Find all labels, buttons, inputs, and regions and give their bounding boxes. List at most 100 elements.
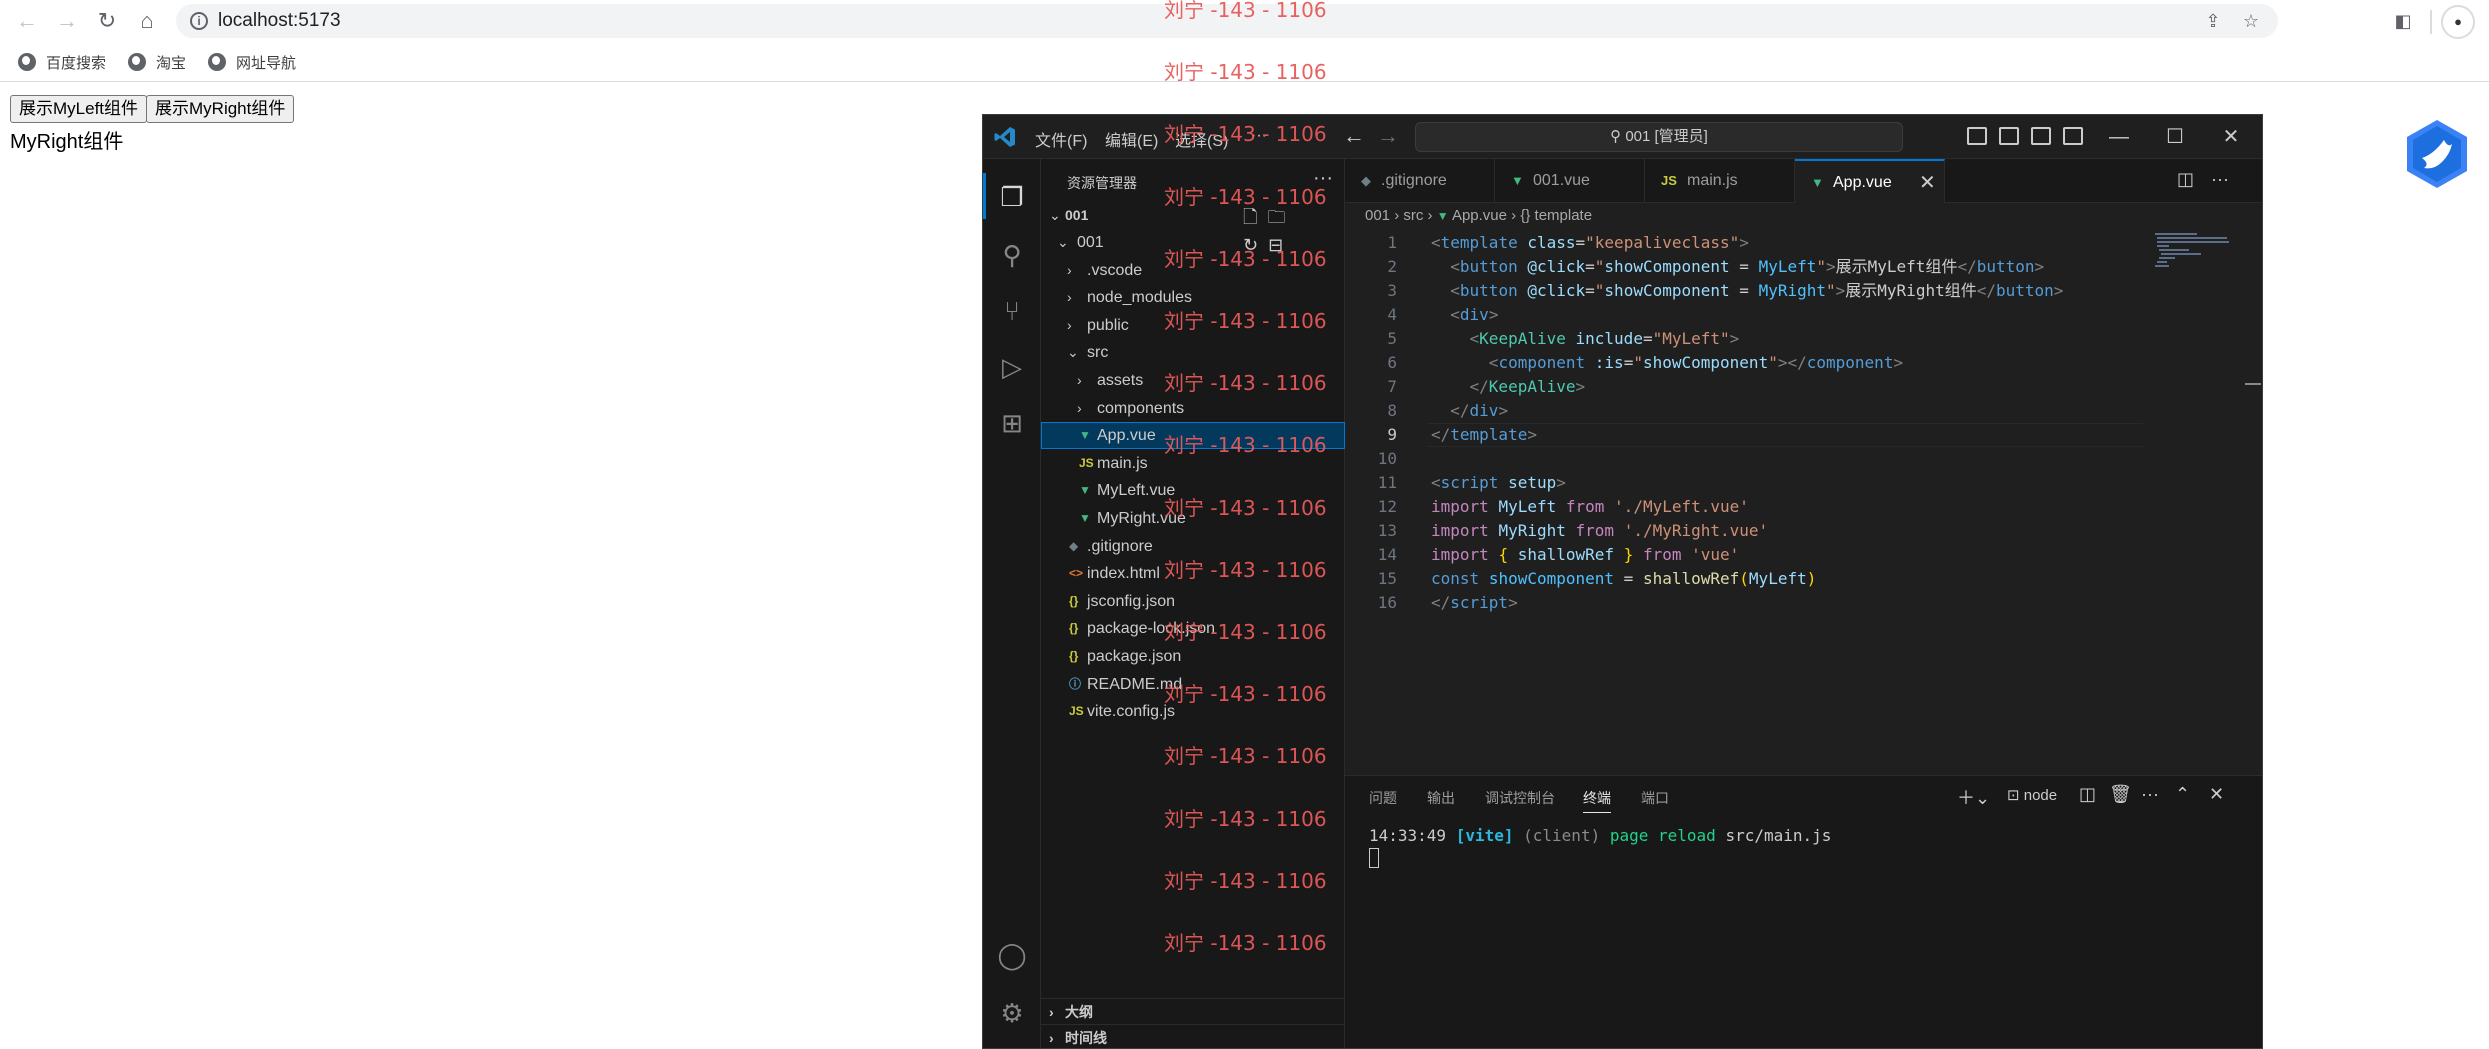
address-url[interactable]: localhost:5173 <box>218 10 341 32</box>
panel-tab-terminal[interactable]: 终端 <box>1583 788 1611 813</box>
reload-icon[interactable]: ↻ <box>92 6 122 36</box>
bird-extension-icon[interactable] <box>2404 118 2470 190</box>
tree-item-label: .gitignore <box>1087 537 1153 555</box>
bookmark-item[interactable]: 网址导航 <box>208 50 296 74</box>
line-number: 9 <box>1387 425 1397 444</box>
show-myleft-button[interactable]: 展示MyLeft组件 <box>10 95 148 123</box>
code-text: <div> <box>1450 305 1499 324</box>
panel-tab-problems[interactable]: 问题 <box>1369 788 1397 808</box>
close-tab-icon[interactable]: ✕ <box>1919 161 1936 205</box>
split-editor-icon[interactable]: ◫ <box>2177 169 2194 190</box>
chevron-right-icon: › <box>1077 372 1082 388</box>
tab-001-vue[interactable]: ▼ 001.vue <box>1495 159 1645 203</box>
breadcrumb-item[interactable]: 001 <box>1365 207 1390 224</box>
new-folder-icon[interactable]: 🗀 <box>1267 207 1295 227</box>
terminal-output[interactable]: 14:33:49 [vite] (client) page reload src… <box>1369 826 1831 845</box>
timeline-section[interactable]: › 时间线 <box>1041 1024 1345 1048</box>
info-file-icon: ⓘ <box>1069 676 1082 691</box>
search-icon: ⚲ <box>1610 128 1626 145</box>
tree-item[interactable]: {} jsconfig.json <box>1041 588 1345 615</box>
panel-tab-ports[interactable]: 端口 <box>1641 788 1669 808</box>
code-line[interactable]: 11 <script setup> <box>1345 471 2145 495</box>
code-line[interactable]: 10 <box>1345 447 2145 471</box>
breadcrumb-item[interactable]: {} template <box>1520 207 1592 224</box>
code-line[interactable]: 6 <component :is="showComponent"></compo… <box>1345 351 2145 375</box>
tree-item[interactable]: ⌄ src <box>1041 339 1345 366</box>
new-file-icon[interactable]: 🗋 <box>1243 207 1267 227</box>
breadcrumb[interactable]: 001 › src › ▼ App.vue › {} template <box>1365 207 1592 229</box>
editor-more-icon[interactable]: ··· <box>2211 169 2229 190</box>
split-terminal-icon[interactable]: ◫ <box>2079 784 2096 805</box>
tree-item[interactable]: {} package.json <box>1041 643 1345 670</box>
toggle-panel-icon[interactable] <box>1999 127 2019 145</box>
panel-more-icon[interactable]: ··· <box>2141 784 2159 805</box>
manage-gear-icon[interactable]: ⚙ <box>996 997 1028 1029</box>
nav-back-icon[interactable]: ← <box>1343 123 1365 149</box>
close-panel-icon[interactable]: ✕ <box>2209 784 2224 805</box>
explorer-icon[interactable]: ❐ <box>996 181 1028 213</box>
code-line[interactable]: 15 const showComponent = shallowRef(MyLef… <box>1345 567 2145 591</box>
breadcrumb-item[interactable]: App.vue <box>1452 207 1507 224</box>
accounts-icon[interactable]: ◯ <box>996 939 1028 971</box>
tree-item-label: vite.config.js <box>1087 703 1176 721</box>
minimize-icon[interactable]: — <box>2101 121 2137 153</box>
breadcrumb-separator-icon: › <box>1394 207 1404 224</box>
js-file-icon: JS <box>1079 455 1094 470</box>
code-line[interactable]: 13 import MyRight from './MyRight.vue' <box>1345 519 2145 543</box>
line-number: 10 <box>1377 449 1397 468</box>
active-indicator <box>983 173 986 219</box>
bookmark-star-icon[interactable]: ☆ <box>2238 8 2264 34</box>
chevron-right-icon: › <box>1049 1030 1054 1046</box>
terminal-selector[interactable]: ⊡ node <box>2007 786 2057 804</box>
kill-terminal-icon[interactable]: 🗑 <box>2109 784 2132 805</box>
breadcrumb-item[interactable]: src <box>1403 207 1423 224</box>
code-editor[interactable]: 1 <template class="keepaliveclass"> 2 <but… <box>1345 231 2262 621</box>
search-icon[interactable]: ⚲ <box>996 239 1028 271</box>
forward-icon[interactable]: → <box>52 6 82 36</box>
tab-app-vue[interactable]: ▼ App.vue ✕ <box>1795 159 1945 203</box>
extensions-icon[interactable]: ⊞ <box>996 407 1028 439</box>
toggle-secondary-sidebar-icon[interactable] <box>2031 127 2051 145</box>
nav-forward-icon[interactable]: → <box>1377 123 1399 149</box>
code-line[interactable]: 3 <button @click="showComponent = MyRigh… <box>1345 279 2145 303</box>
command-center-search[interactable]: ⚲ 001 [管理员] <box>1415 122 1903 152</box>
minimap[interactable] <box>2153 231 2243 271</box>
share-icon[interactable]: ⇪ <box>2200 8 2226 34</box>
side-panel-icon[interactable]: ◧ <box>2388 6 2418 36</box>
code-line[interactable]: 14 import { shallowRef } from 'vue' <box>1345 543 2145 567</box>
customize-layout-icon[interactable] <box>2063 127 2083 145</box>
menu-file[interactable]: 文件(F) <box>1035 127 1087 151</box>
code-line[interactable]: 2 <button @click="showComponent = MyLeft… <box>1345 255 2145 279</box>
site-info-icon[interactable]: i <box>190 12 208 30</box>
back-icon[interactable]: ← <box>12 6 42 36</box>
code-line[interactable]: 9 </template> <box>1345 423 2145 447</box>
code-line[interactable]: 7 </KeepAlive> <box>1345 375 2145 399</box>
terminal-name: node <box>2023 787 2058 804</box>
code-line[interactable]: 4 <div> <box>1345 303 2145 327</box>
bookmark-item[interactable]: 淘宝 <box>128 50 186 74</box>
maximize-panel-icon[interactable]: ⌃ <box>2175 784 2190 805</box>
code-line[interactable]: 16 </script> <box>1345 591 2145 615</box>
menu-edit[interactable]: 编辑(E) <box>1105 127 1158 151</box>
source-control-icon[interactable]: ⑂ <box>996 295 1028 327</box>
close-window-icon[interactable]: ✕ <box>2213 121 2249 153</box>
run-debug-icon[interactable]: ▷ <box>996 351 1028 383</box>
tree-item[interactable]: › components <box>1041 395 1345 422</box>
tab-main-js[interactable]: JS main.js <box>1645 159 1795 203</box>
code-line[interactable]: 1 <template class="keepaliveclass"> <box>1345 231 2145 255</box>
panel-tab-debug-console[interactable]: 调试控制台 <box>1485 788 1555 808</box>
new-terminal-icon[interactable]: ＋⌄ <box>1957 784 1990 810</box>
show-myright-button[interactable]: 展示MyRight组件 <box>146 95 295 123</box>
toggle-primary-sidebar-icon[interactable] <box>1967 127 1987 145</box>
code-line[interactable]: 5 <KeepAlive include="MyLeft"> <box>1345 327 2145 351</box>
bookmark-item[interactable]: 百度搜索 <box>18 50 106 74</box>
code-line[interactable]: 8 </div> <box>1345 399 2145 423</box>
maximize-icon[interactable]: ☐ <box>2157 121 2193 153</box>
watermark-text: 刘宁 -143 - 1106 <box>1164 495 1327 520</box>
profile-avatar[interactable]: ● <box>2441 5 2475 39</box>
home-icon[interactable]: ⌂ <box>132 6 162 36</box>
code-line[interactable]: 12 import MyLeft from './MyLeft.vue' <box>1345 495 2145 519</box>
outline-section[interactable]: › 大纲 <box>1041 998 1345 1024</box>
tab-gitignore[interactable]: ◆ .gitignore <box>1345 159 1495 203</box>
panel-tab-output[interactable]: 输出 <box>1427 788 1455 808</box>
